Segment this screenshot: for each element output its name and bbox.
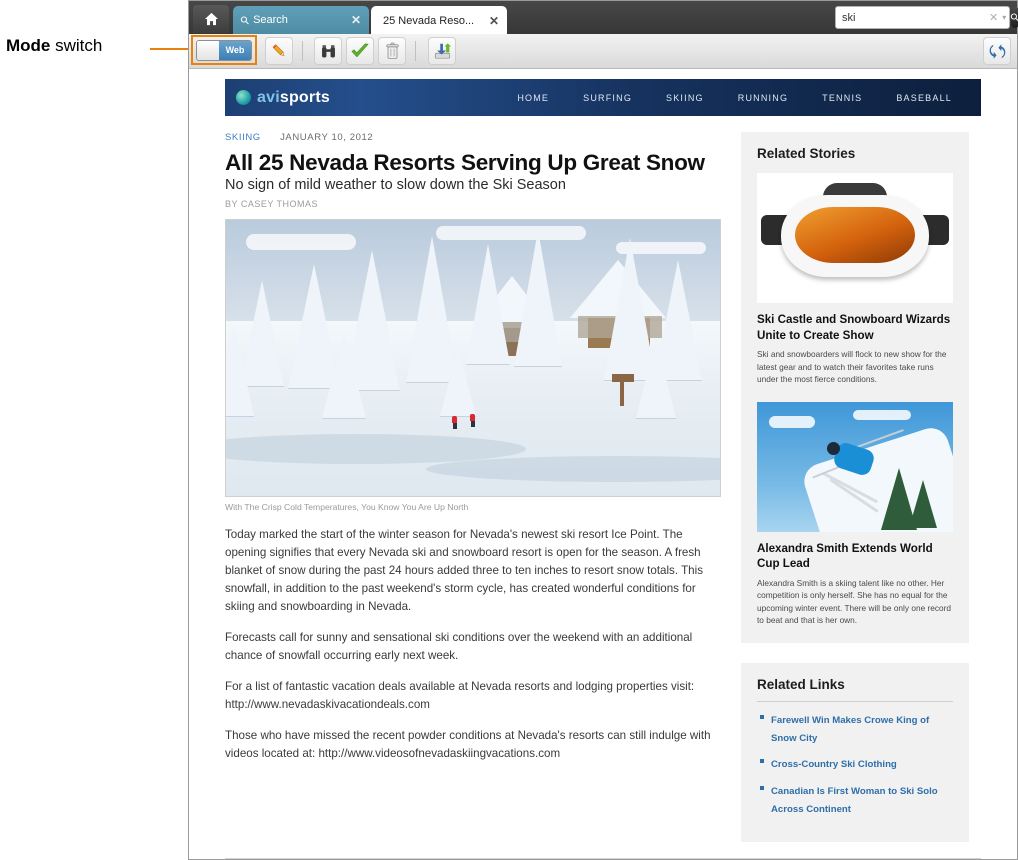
related-links-panel: Related Links Farewell Win Makes Crowe K… — [741, 662, 969, 842]
nav-item-skiing[interactable]: SKIING — [649, 93, 721, 103]
binoculars-icon — [321, 44, 335, 57]
page-title: All 25 Nevada Resorts Serving Up Great S… — [225, 150, 705, 175]
mode-switch-toggle[interactable]: Web — [196, 39, 252, 61]
article-paragraph: Those who have missed the recent powder … — [225, 728, 711, 760]
goggle-lens-shape — [795, 207, 915, 263]
article-paragraph: Today marked the start of the winter sea… — [225, 528, 703, 614]
mode-switch-highlight: Web — [191, 35, 257, 65]
related-story-summary: Alexandra Smith is a skiing talent like … — [757, 577, 952, 626]
trail-sign-shape — [612, 374, 634, 383]
skier-figure — [470, 414, 475, 428]
browser-window: ⚲ Search ✕ 25 Nevada Reso... ✕ ✕ ▾ ⚲ Web — [188, 0, 1018, 860]
trail-post-shape — [620, 378, 624, 407]
article-subhead: No sign of mild weather to slow down the… — [225, 177, 566, 194]
approve-button[interactable] — [346, 37, 374, 65]
mode-switch-off-side[interactable] — [197, 40, 219, 60]
list-item[interactable]: Cross-Country Ski Clothing — [760, 754, 953, 772]
edit-button[interactable] — [265, 37, 293, 65]
tab-label: Search — [253, 14, 288, 26]
clear-icon[interactable]: ✕ — [986, 11, 1001, 24]
home-tab-button[interactable] — [193, 5, 229, 33]
logo-text-sports: sports — [279, 88, 330, 106]
cloud-shape — [246, 234, 356, 251]
related-story-title[interactable]: Ski Castle and Snowboard Wizards Unite t… — [757, 312, 953, 343]
ski-goggles-photo — [757, 173, 953, 303]
home-icon — [204, 12, 218, 26]
search-input[interactable] — [836, 10, 986, 25]
article-paragraph: Forecasts call for sunny and sensational… — [225, 631, 693, 662]
export-icon — [434, 43, 451, 59]
tree-shape — [909, 479, 937, 528]
logo-text-avi: avi — [257, 88, 280, 106]
nav-item-surfing[interactable]: SURFING — [566, 93, 649, 103]
skier-figure — [452, 416, 457, 430]
tab-strip: ⚲ Search ✕ 25 Nevada Reso... ✕ ✕ ▾ ⚲ — [189, 1, 1018, 35]
sidebar: Related Stories Ski Castle and Snowboard… — [741, 132, 969, 842]
article-kicker: SKIING JANUARY 10, 2012 — [225, 132, 723, 143]
nav-item-baseball[interactable]: BASEBALL — [879, 93, 969, 103]
pencil-icon — [272, 44, 285, 57]
page-content: SKIING JANUARY 10, 2012 All 25 Nevada Re… — [225, 116, 981, 842]
cloud-shape — [769, 415, 815, 428]
related-links-list: Farewell Win Makes Crowe King of Snow Ci… — [757, 710, 953, 818]
toolbar-separator — [302, 41, 303, 61]
article-paragraph: For a list of fantastic vacation deals a… — [225, 679, 695, 711]
related-links-title: Related Links — [757, 677, 953, 702]
ski-jumper-photo — [757, 401, 953, 532]
article-hero-image — [225, 219, 721, 498]
toolbar-separator — [415, 41, 416, 61]
callout-arrow — [150, 43, 200, 55]
related-stories-panel: Related Stories Ski Castle and Snowboard… — [741, 132, 969, 643]
search-go-button[interactable]: ⚲ — [1008, 7, 1018, 28]
browser-search-box[interactable]: ✕ ▾ ⚲ — [835, 6, 1018, 29]
find-button[interactable] — [314, 37, 342, 65]
export-button[interactable] — [428, 37, 456, 65]
related-story-item[interactable]: Alexandra Smith Extends World Cup Lead A… — [757, 401, 953, 627]
callout-label-bold: Mode — [6, 36, 51, 55]
page-viewport: avisports HOME SURFING SKIING RUNNING TE… — [189, 69, 1017, 859]
search-icon: ⚲ — [1008, 10, 1018, 25]
related-link[interactable]: Farewell Win Makes Crowe King of Snow Ci… — [771, 715, 929, 744]
trash-icon — [385, 42, 399, 59]
list-item[interactable]: Canadian Is First Woman to Ski Solo Acro… — [760, 781, 953, 818]
article-category[interactable]: SKIING — [225, 132, 261, 143]
logo-mark-icon — [236, 90, 251, 105]
list-item[interactable]: Farewell Win Makes Crowe King of Snow Ci… — [760, 710, 953, 747]
tab-article[interactable]: 25 Nevada Reso... ✕ — [371, 6, 507, 35]
checkmark-icon — [351, 43, 369, 58]
mode-switch-callout-label: Mode switch — [6, 36, 102, 56]
related-story-item[interactable]: Ski Castle and Snowboard Wizards Unite t… — [757, 173, 953, 386]
tab-label: 25 Nevada Reso... — [383, 14, 475, 27]
refresh-button[interactable] — [983, 37, 1011, 65]
article: SKIING JANUARY 10, 2012 All 25 Nevada Re… — [225, 132, 723, 842]
related-link[interactable]: Cross-Country Ski Clothing — [771, 759, 897, 770]
cloud-shape — [853, 409, 911, 420]
refresh-icon — [989, 43, 1005, 59]
nav-item-tennis[interactable]: TENNIS — [805, 93, 879, 103]
site-nav: HOME SURFING SKIING RUNNING TENNIS BASEB… — [500, 93, 981, 103]
nav-item-running[interactable]: RUNNING — [721, 93, 805, 103]
toolbar: Web — [189, 34, 1017, 69]
mode-switch-web-label[interactable]: Web — [219, 40, 251, 60]
article-date: JANUARY 10, 2012 — [280, 132, 374, 143]
annotation-gutter: Mode switch — [0, 0, 200, 860]
site-logo[interactable]: avisports — [225, 89, 330, 107]
related-story-title[interactable]: Alexandra Smith Extends World Cup Lead — [757, 541, 953, 572]
skier-head-shape — [827, 441, 840, 455]
cloud-shape — [436, 226, 586, 241]
related-stories-title: Related Stories — [757, 146, 856, 161]
related-link[interactable]: Canadian Is First Woman to Ski Solo Acro… — [771, 786, 938, 815]
delete-button[interactable] — [378, 37, 406, 65]
logo-text: avisports — [257, 89, 330, 107]
article-byline: BY CASEY THOMAS — [225, 199, 319, 210]
image-caption: With The Crisp Cold Temperatures, You Kn… — [225, 502, 469, 513]
tab-search[interactable]: ⚲ Search ✕ — [233, 6, 369, 34]
site-header: avisports HOME SURFING SKIING RUNNING TE… — [225, 79, 981, 116]
nav-item-home[interactable]: HOME — [500, 93, 566, 103]
tab-close-icon[interactable]: ✕ — [351, 13, 361, 27]
callout-label-rest: switch — [50, 36, 103, 55]
related-story-summary: Ski and snowboarders will flock to new s… — [757, 349, 947, 385]
tab-close-icon[interactable]: ✕ — [489, 14, 499, 28]
